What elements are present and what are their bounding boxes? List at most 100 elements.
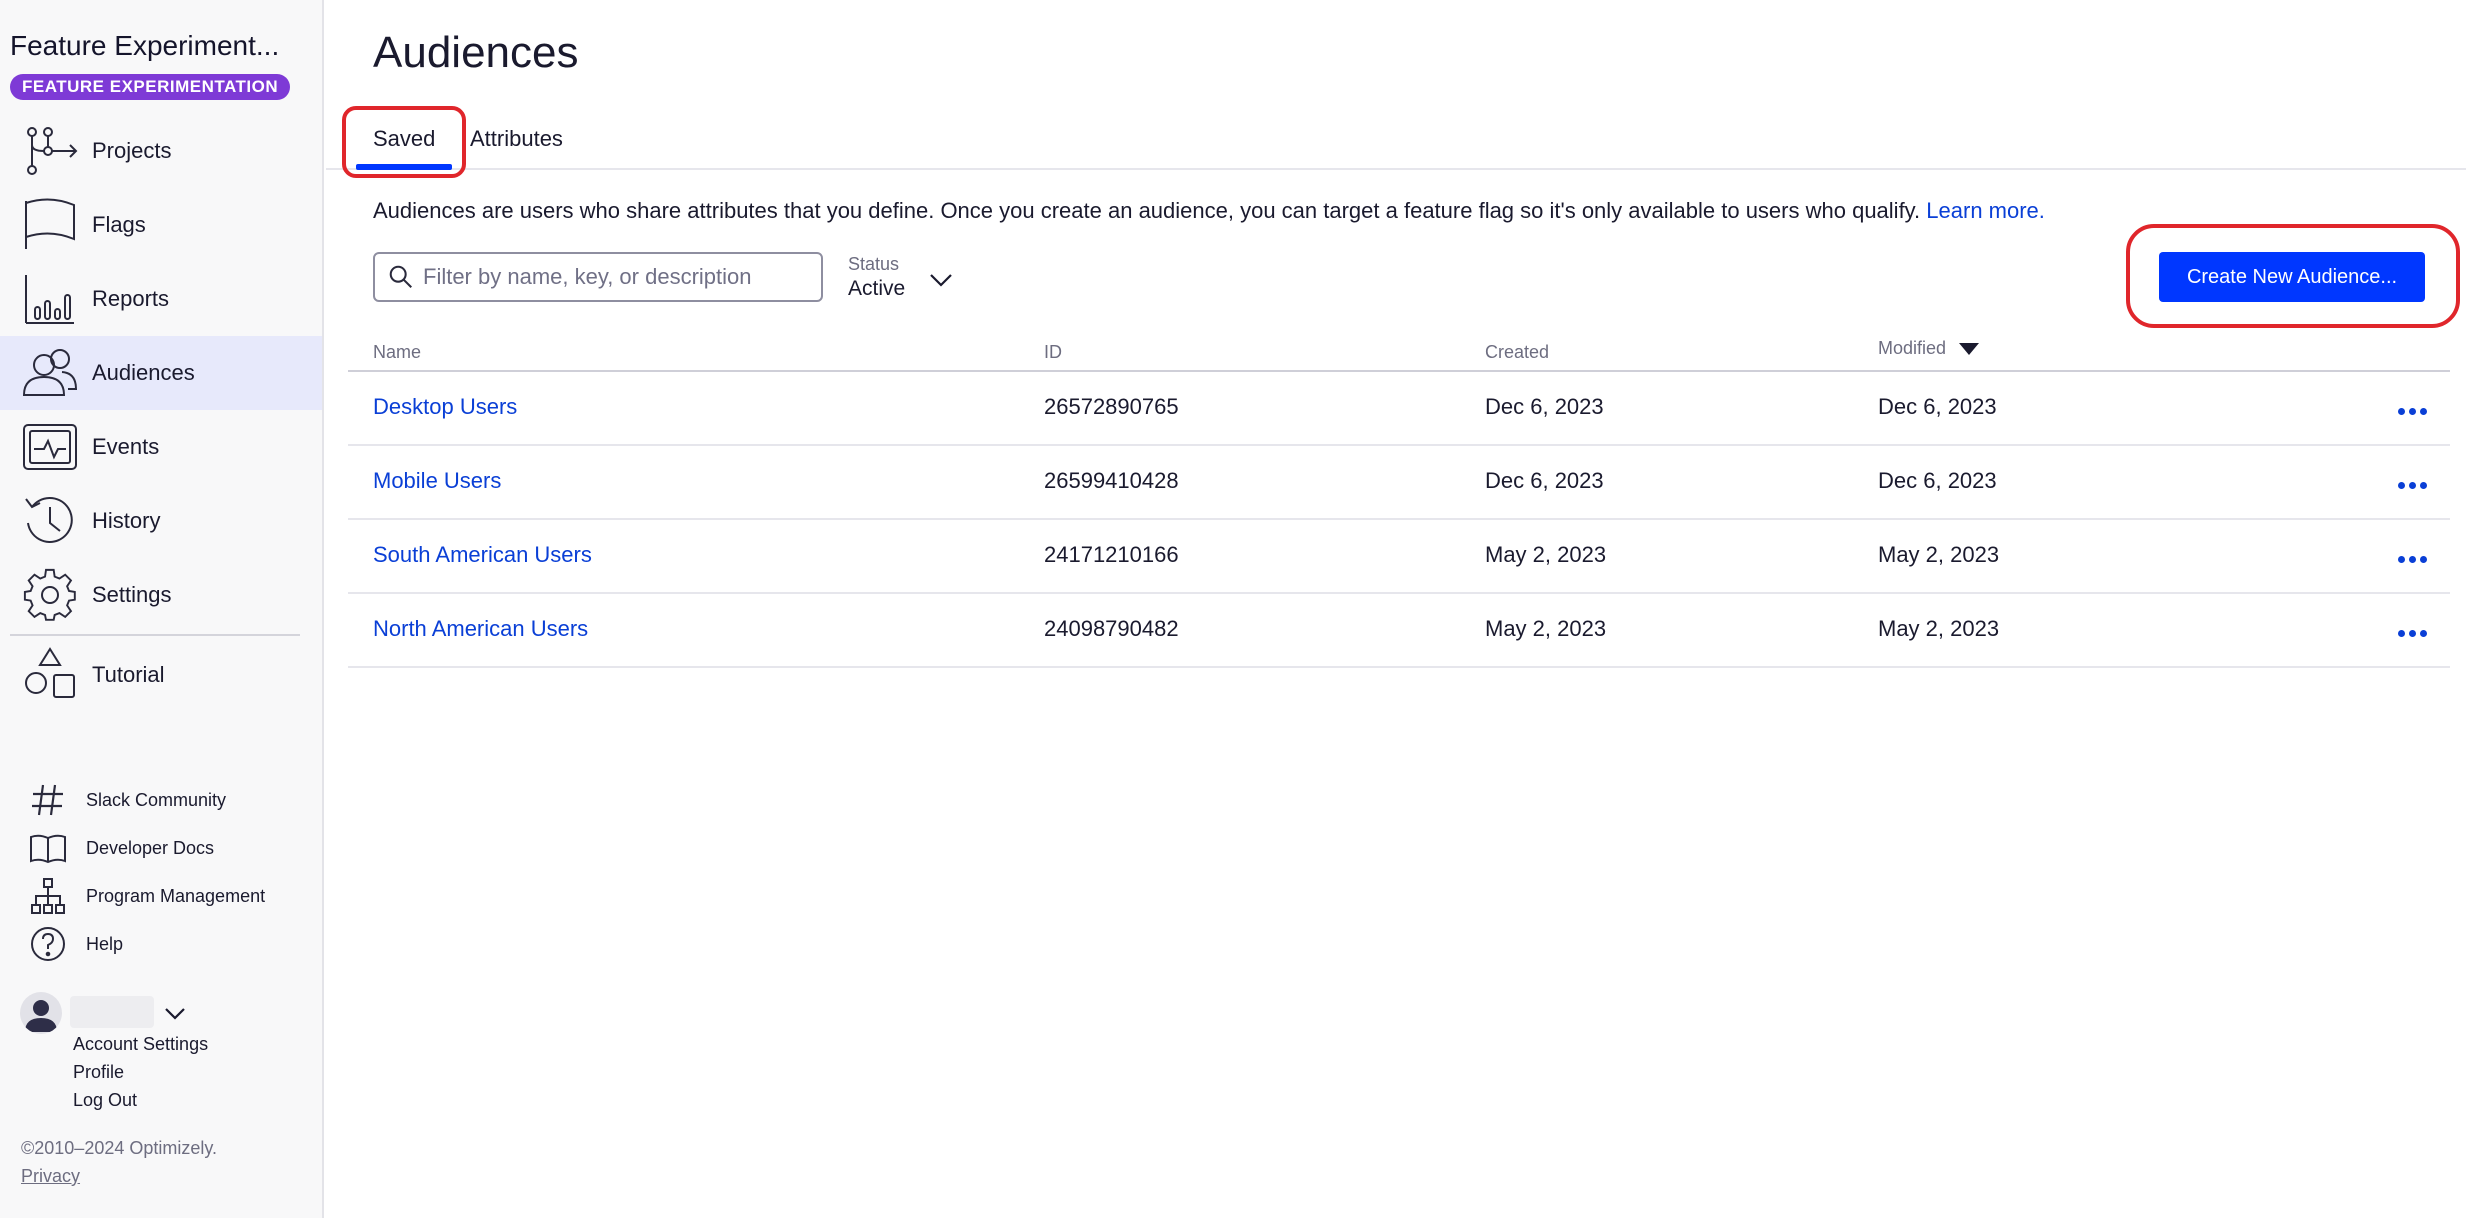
avatar[interactable] (20, 992, 62, 1034)
search-input[interactable] (423, 264, 813, 290)
audience-name-link[interactable]: North American Users (373, 616, 588, 642)
tab-attributes[interactable]: Attributes (470, 126, 563, 152)
table-row: South American Users 24171210166 May 2, … (348, 520, 2450, 594)
sidebar-item-history[interactable]: History (0, 484, 322, 558)
status-value: Active (848, 277, 906, 300)
table-row: North American Users 24098790482 May 2, … (348, 594, 2450, 668)
app-title[interactable]: Feature Experiment... (10, 30, 279, 62)
more-actions-icon[interactable] (2392, 396, 2432, 426)
projects-icon (22, 123, 78, 179)
events-icon (22, 419, 78, 475)
audience-modified: Dec 6, 2023 (1878, 394, 1997, 419)
column-header-modified[interactable]: Modified (1878, 338, 1980, 359)
active-tab-indicator (356, 164, 452, 170)
table-row: Desktop Users 26572890765 Dec 6, 2023 De… (348, 372, 2450, 446)
more-actions-icon[interactable] (2392, 470, 2432, 500)
audience-modified: May 2, 2023 (1878, 542, 2000, 567)
status-label: Status (848, 254, 900, 274)
sidebar-item-label: Flags (92, 212, 146, 237)
profile-link[interactable]: Profile (73, 1058, 208, 1086)
sidebar-item-audiences[interactable]: Audiences (0, 336, 322, 410)
column-header-modified-label: Modified (1878, 338, 1947, 358)
chevron-down-icon[interactable] (926, 265, 956, 295)
audience-created: Dec 6, 2023 (1485, 394, 1604, 419)
sidebar-item-label: Projects (92, 138, 172, 163)
audience-name-link[interactable]: South American Users (373, 542, 592, 568)
sidebar-item-label: History (92, 508, 161, 533)
tab-saved[interactable]: Saved (373, 126, 435, 152)
flag-icon (22, 197, 78, 253)
sidebar-item-projects[interactable]: Projects (0, 114, 322, 188)
more-actions-icon[interactable] (2392, 544, 2432, 574)
product-badge: FEATURE EXPERIMENTATION (10, 74, 291, 100)
username-redacted (70, 996, 154, 1028)
account-settings-link[interactable]: Account Settings (73, 1030, 208, 1058)
page-description: Audiences are users who share attributes… (373, 198, 2045, 224)
link-program-management[interactable]: Program Management (0, 872, 322, 920)
nav-divider (10, 634, 300, 636)
privacy-link[interactable]: Privacy (21, 1166, 80, 1187)
sidebar-item-label: Reports (92, 286, 170, 311)
audience-name-link[interactable]: Desktop Users (373, 394, 517, 420)
hash-icon (28, 780, 68, 820)
chevron-down-icon[interactable] (160, 998, 190, 1028)
copyright: ©2010–2024 Optimizely. (21, 1138, 218, 1158)
tutorial-shapes-icon (22, 647, 78, 703)
audience-modified: May 2, 2023 (1878, 616, 2000, 641)
link-label: Help (86, 933, 124, 954)
sidebar-item-events[interactable]: Events (0, 410, 322, 484)
audience-id: 26572890765 (1044, 394, 1179, 419)
status-filter[interactable]: Status Active (848, 254, 905, 301)
sidebar-item-label: Events (92, 434, 160, 459)
org-chart-icon (28, 876, 68, 916)
link-slack-community[interactable]: Slack Community (0, 776, 322, 824)
sidebar-item-settings[interactable]: Settings (0, 558, 322, 632)
column-header-id[interactable]: ID (1044, 342, 1062, 363)
audience-created: Dec 6, 2023 (1485, 468, 1604, 493)
log-out-link[interactable]: Log Out (73, 1086, 208, 1114)
tab-bar: Saved Attributes (326, 112, 2466, 170)
create-new-audience-button[interactable]: Create New Audience... (2159, 252, 2425, 302)
sidebar-item-label: Settings (92, 582, 172, 607)
page-title: Audiences (373, 28, 579, 77)
audience-id: 24098790482 (1044, 616, 1179, 641)
link-label: Developer Docs (86, 837, 215, 858)
search-icon (379, 254, 423, 300)
table-header: Name ID Created Modified (348, 330, 2450, 372)
link-developer-docs[interactable]: Developer Docs (0, 824, 322, 872)
audience-created: May 2, 2023 (1485, 616, 1607, 641)
link-help[interactable]: Help (0, 920, 322, 968)
audience-id: 26599410428 (1044, 468, 1179, 493)
reports-icon (22, 271, 78, 327)
help-links: Slack Community Developer Docs Program M… (0, 776, 322, 968)
audience-name-link[interactable]: Mobile Users (373, 468, 501, 494)
main-content: Audiences Saved Attributes Audiences are… (326, 0, 2466, 1218)
sidebar-item-tutorial[interactable]: Tutorial (0, 638, 322, 712)
gear-icon (22, 567, 78, 623)
link-label: Program Management (86, 885, 266, 906)
sidebar: Feature Experiment... FEATURE EXPERIMENT… (0, 0, 324, 1218)
audience-id: 24171210166 (1044, 542, 1179, 567)
column-header-name[interactable]: Name (373, 342, 421, 363)
link-label: Slack Community (86, 789, 227, 810)
more-actions-icon[interactable] (2392, 618, 2432, 648)
audiences-icon (22, 345, 78, 401)
sidebar-nav: Projects Flags Reports Audiences Events … (0, 114, 322, 712)
learn-more-link[interactable]: Learn more. (1926, 198, 2045, 223)
audiences-table: Name ID Created Modified Desktop Users 2… (348, 330, 2450, 668)
audience-modified: Dec 6, 2023 (1878, 468, 1997, 493)
book-icon (28, 828, 68, 868)
description-text: Audiences are users who share attributes… (373, 198, 1921, 223)
table-row: Mobile Users 26599410428 Dec 6, 2023 Dec… (348, 446, 2450, 520)
account-links: Account Settings Profile Log Out (73, 1030, 208, 1114)
sidebar-item-reports[interactable]: Reports (0, 262, 322, 336)
column-header-created[interactable]: Created (1485, 342, 1549, 363)
help-icon (28, 924, 68, 964)
sidebar-item-label: Tutorial (92, 662, 165, 687)
history-icon (22, 493, 78, 549)
sidebar-item-flags[interactable]: Flags (0, 188, 322, 262)
audience-created: May 2, 2023 (1485, 542, 1607, 567)
sort-descending-icon (1959, 342, 1980, 355)
sidebar-item-label: Audiences (92, 360, 195, 385)
filter-search (373, 252, 823, 302)
